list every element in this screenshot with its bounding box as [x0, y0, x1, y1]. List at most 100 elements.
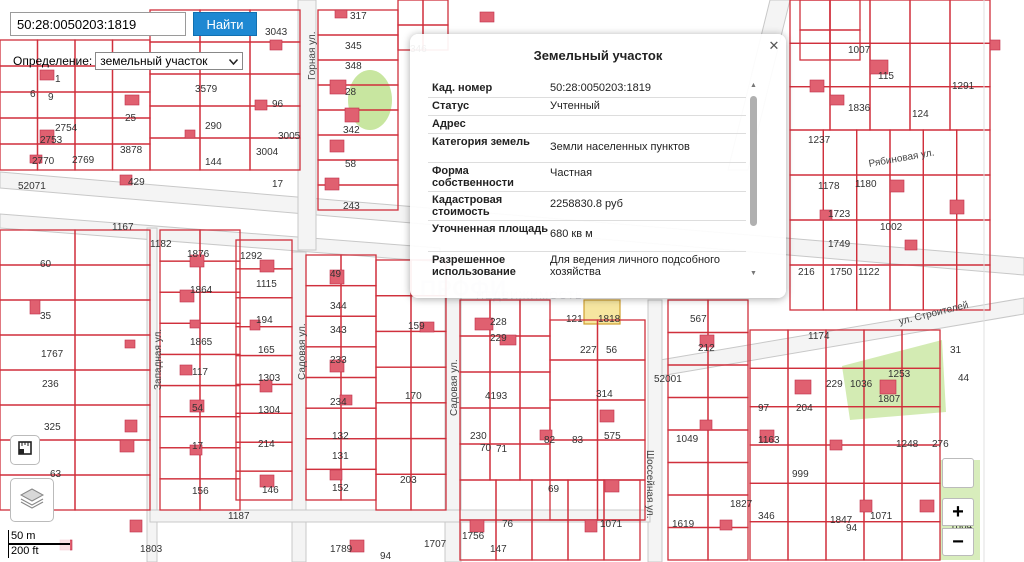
parcel-number-label: 83 [572, 435, 584, 446]
parcel-number-label: 3043 [265, 27, 288, 38]
definition-select[interactable]: земельный участок [95, 52, 244, 70]
find-button[interactable]: Найти [193, 12, 257, 36]
row-status: Статус Учтенный [428, 98, 746, 116]
row-value: 680 кв м [550, 228, 593, 240]
building [599, 409, 615, 423]
parcel-number-label: 1818 [598, 314, 621, 325]
zoom-in-button[interactable]: + [942, 498, 974, 526]
building [829, 94, 845, 106]
parcel-number-label: 1049 [676, 434, 699, 445]
parcel-number-label: 1182 [150, 239, 172, 250]
parcel-number-label: 1253 [888, 369, 911, 380]
building [809, 79, 825, 93]
building [179, 364, 193, 376]
parcel-number-label: 1807 [878, 394, 901, 405]
parcel-number-label: 1071 [870, 511, 893, 522]
parcel-number-label: 1756 [462, 531, 485, 542]
parcel-number-label: 1707 [424, 539, 447, 550]
parcel-number-label: 203 [400, 475, 417, 486]
row-permitted-use: Разрешенное использование Для ведения ли… [428, 252, 746, 280]
scale-bar: 50 m 200 ft [8, 530, 70, 562]
parcel-number-label: 344 [330, 301, 347, 312]
building [794, 379, 812, 395]
parcel-number-label: 236 [42, 379, 59, 390]
definition-label: Определение: [13, 54, 93, 68]
parcel-number-label: 69 [548, 484, 560, 495]
popup-scrollbar[interactable] [750, 96, 757, 226]
parcel-number-label: 144 [205, 157, 222, 168]
parcel-number-label: 1864 [190, 285, 213, 296]
parcel-number-label: 1115 [256, 279, 277, 290]
parcel-number-label: 1174 [808, 331, 830, 342]
parcel-number-label: 1304 [258, 405, 281, 416]
building [324, 177, 340, 191]
parcel-number-label: 117 [192, 367, 208, 378]
parcel-number-label: 276 [932, 439, 949, 450]
parcel-number-label: 1767 [41, 349, 64, 360]
parcel-number-label: 575 [604, 431, 621, 442]
parcel-number-label: 1750 [830, 267, 853, 278]
close-icon[interactable]: ✕ [768, 39, 780, 52]
scroll-down-icon[interactable]: ▼ [750, 270, 757, 277]
parcel-number-label: 230 [470, 431, 487, 442]
parcel-number-label: 159 [408, 321, 425, 332]
row-label: Кад. номер [432, 82, 493, 94]
parcel-number-label: 1803 [140, 544, 163, 555]
parcel-number-label: 146 [262, 485, 279, 496]
building [124, 339, 136, 349]
row-label: Категория земель [432, 136, 530, 148]
cadastral-search-input[interactable] [10, 12, 186, 36]
parcel-number-label: 76 [502, 519, 514, 530]
definition-row: Определение: земельный участок [13, 52, 244, 70]
popup-title: Земельный участок [533, 48, 663, 63]
parcel-number-label: 1007 [848, 45, 871, 56]
parcel-number-label: 31 [950, 345, 962, 356]
building [184, 129, 196, 139]
parcel-number-label: 228 [490, 317, 507, 328]
parcel-number-label: 194 [256, 315, 273, 326]
land-plot-popup: Земельный участок ✕ Кад. номер 50:28:005… [410, 34, 786, 298]
scale-metric: 50 m [8, 530, 70, 544]
definition-selected-value: земельный участок [100, 54, 208, 68]
parcel-number-label: 17 [272, 179, 284, 190]
parcel-number-label: 204 [796, 403, 813, 414]
parcel-number-label: 233 [330, 355, 347, 366]
building [124, 94, 140, 106]
parcel-number-label: 132 [332, 431, 349, 442]
parcel-number-label: 2769 [72, 155, 95, 166]
measure-button[interactable] [10, 435, 40, 465]
parcel-number-label: 325 [44, 422, 61, 433]
zoom-out-button[interactable]: − [942, 528, 974, 556]
parcel-number-label: 3005 [278, 131, 301, 142]
parcel-number-label: 1036 [850, 379, 873, 390]
parcel-number-label: 44 [958, 373, 970, 384]
parcel-number-label: 1180 [855, 179, 877, 190]
parcel-number-label: 3579 [195, 84, 218, 95]
parcel-number-label: 147 [490, 544, 507, 555]
building [604, 479, 620, 493]
parcel-number-label: 227 [580, 345, 597, 356]
building [329, 139, 345, 153]
row-area: Уточненная площадь 680 кв м [428, 221, 746, 252]
parcel-number-label: 1187 [228, 511, 250, 522]
parcel-number-label: 124 [912, 109, 929, 120]
layers-button[interactable] [10, 478, 54, 522]
parcel-number-label: 2753 [40, 135, 63, 146]
parcel-number-label: 58 [345, 159, 357, 170]
row-label: Разрешенное использование [432, 254, 516, 278]
parcel-number-label: 348 [345, 61, 362, 72]
row-address: Адрес [428, 116, 746, 134]
parcel-number-label: 212 [698, 343, 715, 354]
parcel-number-label: 243 [343, 201, 360, 212]
parcel-number-label: 1002 [880, 222, 903, 233]
parcel-number-label: 56 [606, 345, 618, 356]
building [189, 319, 201, 329]
parcel-number-label: 94 [380, 551, 392, 562]
blank-control[interactable] [942, 458, 974, 488]
parcel-number-label: 97 [758, 403, 770, 414]
building [329, 469, 343, 481]
parcel-number-label: 1167 [112, 222, 134, 233]
parcel-number-label: 229 [826, 379, 843, 390]
building [904, 239, 918, 251]
scroll-up-icon[interactable]: ▲ [750, 82, 757, 89]
